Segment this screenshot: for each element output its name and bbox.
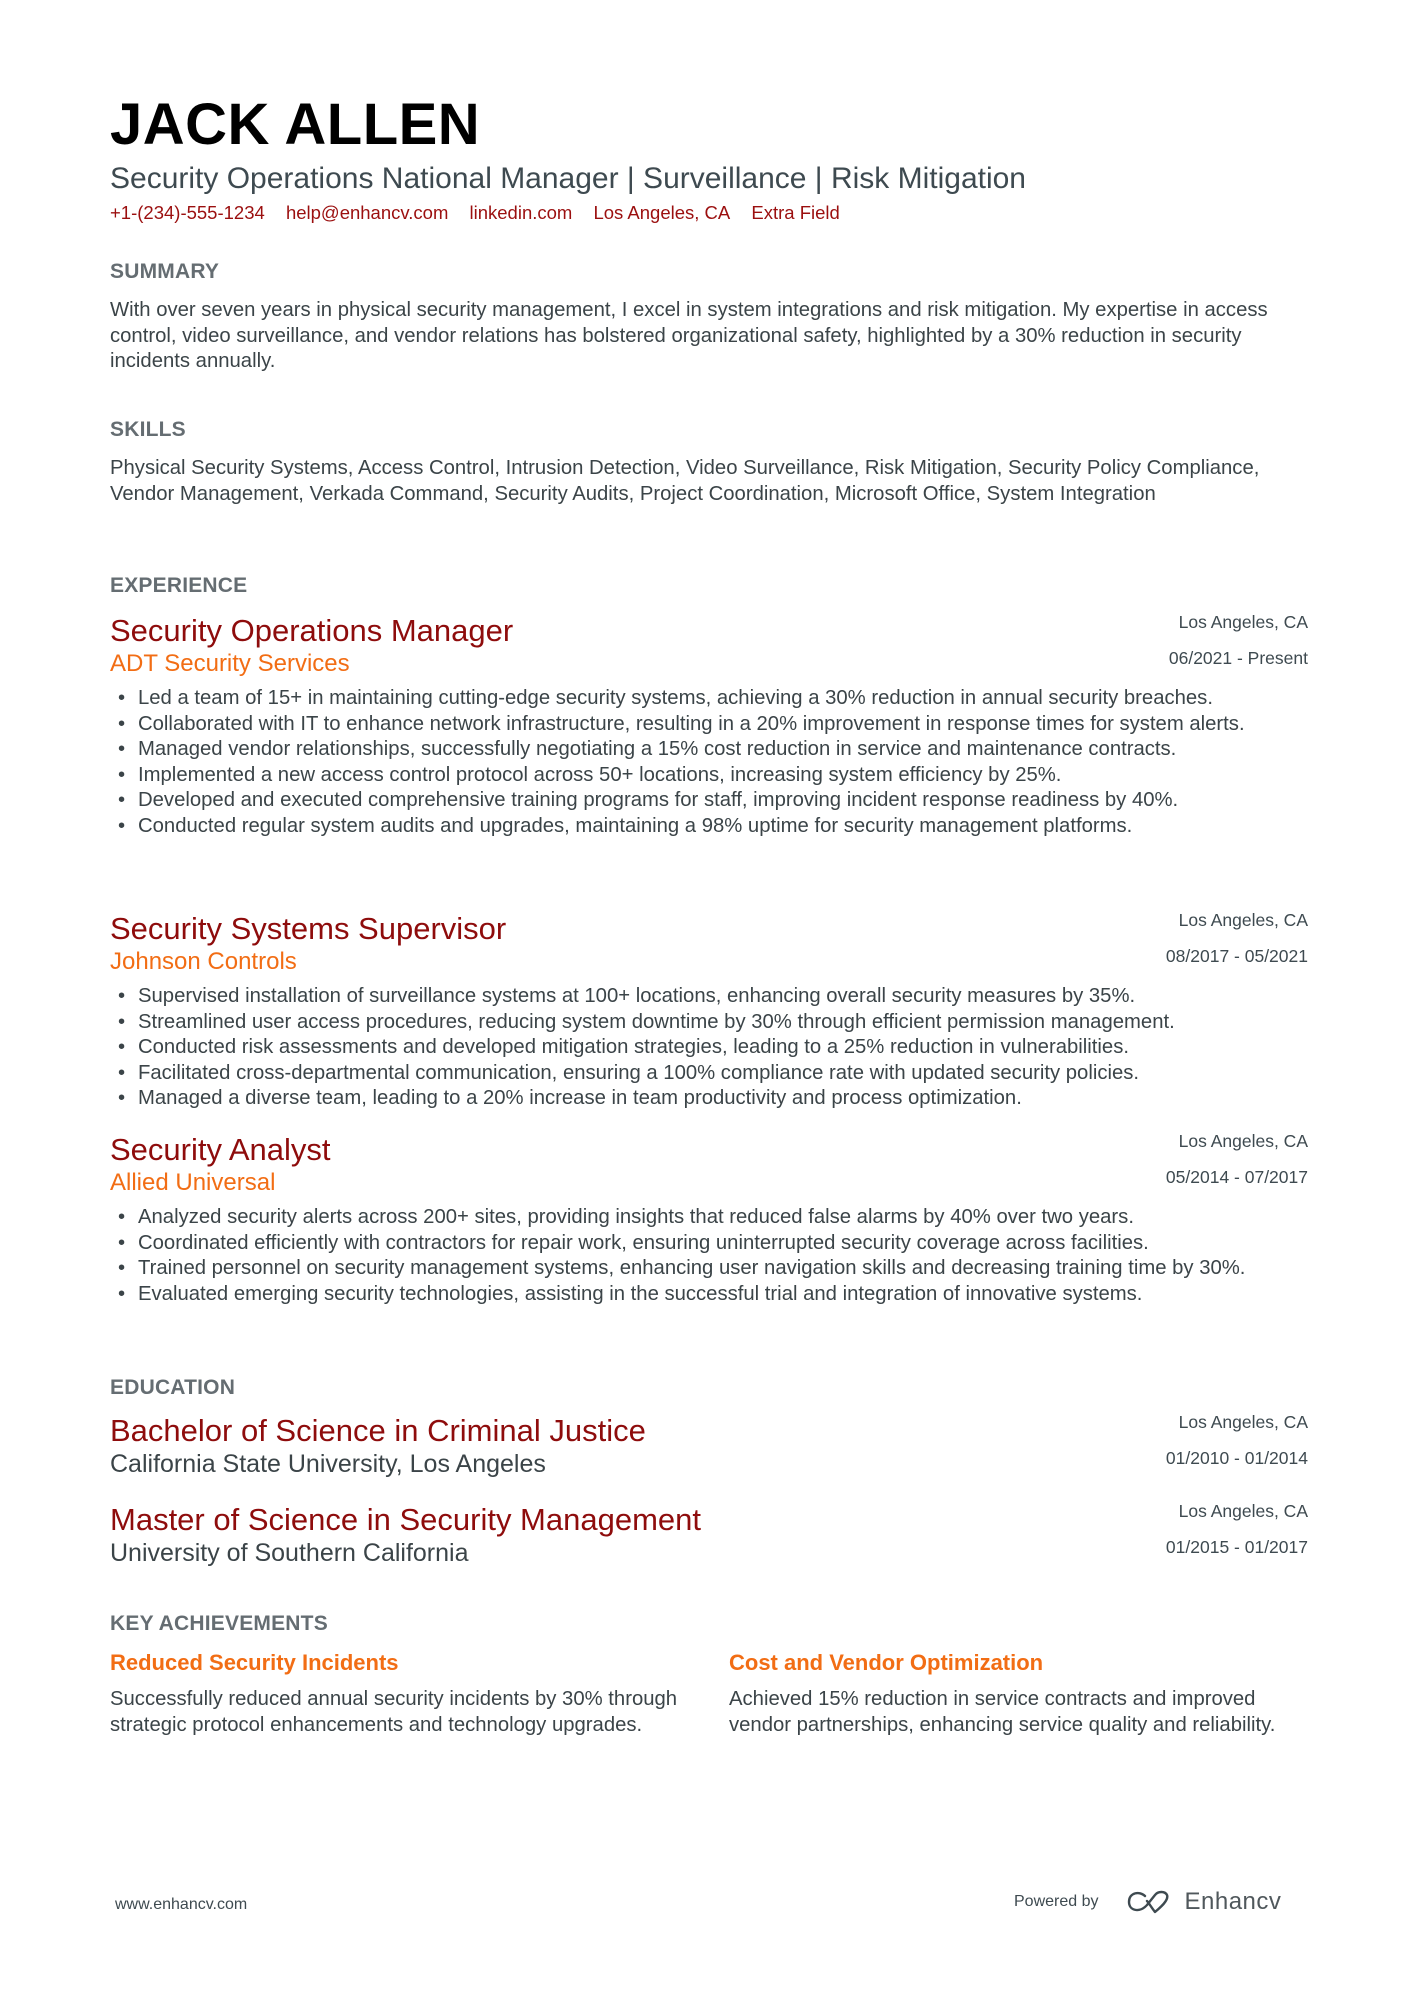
section-title-summary: SUMMARY — [110, 260, 220, 283]
bullet-item: Managed vendor relationships, successful… — [110, 737, 1308, 763]
bullet-item: Evaluated emerging security technologies… — [110, 1282, 1308, 1308]
job-location: Los Angeles, CA — [1178, 910, 1308, 930]
contact-location: Los Angeles, CA — [593, 202, 731, 223]
education-dates: 01/2010 - 01/2014 — [1165, 1448, 1308, 1468]
achievement-title: Cost and Vendor Optimization — [729, 1650, 1044, 1675]
education-location: Los Angeles, CA — [1178, 1412, 1308, 1432]
bullet-item: Implemented a new access control protoco… — [110, 763, 1308, 789]
job-dates: 08/2017 - 05/2021 — [1165, 946, 1308, 966]
job-bullets: Supervised installation of surveillance … — [110, 984, 1308, 1112]
job-title: Security Analyst — [110, 1132, 331, 1167]
enhancv-brand-name: Enhancv — [1184, 1888, 1282, 1915]
section-title-education: EDUCATION — [110, 1376, 236, 1399]
job-dates: 05/2014 - 07/2017 — [1165, 1167, 1308, 1187]
contact-bar: +1-(234)-555-1234 help@enhancv.com linke… — [110, 202, 856, 224]
company-name: ADT Security Services — [110, 650, 350, 677]
section-title-key-achievements: KEY ACHIEVEMENTS — [110, 1612, 328, 1635]
education-location: Los Angeles, CA — [1178, 1501, 1308, 1521]
job-location: Los Angeles, CA — [1178, 1131, 1308, 1151]
bullet-item: Developed and executed comprehensive tra… — [110, 788, 1308, 814]
bullet-item: Facilitated cross-departmental communica… — [110, 1061, 1308, 1087]
bullet-item: Conducted risk assessments and developed… — [110, 1035, 1308, 1061]
achievement-description: Successfully reduced annual security inc… — [110, 1688, 678, 1736]
footer-website-link[interactable]: www.enhancv.com — [115, 1896, 247, 1914]
bullet-item: Supervised installation of surveillance … — [110, 984, 1308, 1010]
contact-linkedin[interactable]: linkedin.com — [470, 202, 573, 223]
skills-text: Physical Security Systems, Access Contro… — [110, 457, 1260, 505]
education-dates: 01/2015 - 01/2017 — [1165, 1537, 1308, 1557]
degree-title: Bachelor of Science in Criminal Justice — [110, 1413, 646, 1448]
section-title-experience: EXPERIENCE — [110, 574, 248, 597]
bullet-item: Managed a diverse team, leading to a 20%… — [110, 1086, 1308, 1112]
bullet-item: Collaborated with IT to enhance network … — [110, 712, 1308, 738]
section-title-skills: SKILLS — [110, 418, 186, 441]
powered-by-label: Powered by — [1014, 1893, 1099, 1910]
contact-extra-field: Extra Field — [751, 202, 840, 223]
company-name: Allied Universal — [110, 1169, 276, 1196]
job-dates: 06/2021 - Present — [1168, 648, 1308, 668]
bullet-item: Analyzed security alerts across 200+ sit… — [110, 1205, 1308, 1231]
job-title: Security Systems Supervisor — [110, 911, 507, 946]
bullet-item: Coordinated efficiently with contractors… — [110, 1231, 1308, 1257]
bullet-item: Led a team of 15+ in maintaining cutting… — [110, 686, 1308, 712]
company-name: Johnson Controls — [110, 948, 297, 975]
achievement-description: Achieved 15% reduction in service contra… — [729, 1688, 1276, 1736]
job-bullets: Led a team of 15+ in maintaining cutting… — [110, 686, 1308, 840]
bullet-item: Streamlined user access procedures, redu… — [110, 1010, 1308, 1036]
contact-email[interactable]: help@enhancv.com — [286, 202, 448, 223]
job-bullets: Analyzed security alerts across 200+ sit… — [110, 1205, 1308, 1307]
achievement-item: Cost and Vendor Optimization Achieved 15… — [729, 1650, 1319, 1738]
bullet-item: Trained personnel on security management… — [110, 1256, 1308, 1282]
degree-title: Master of Science in Security Management — [110, 1502, 701, 1537]
job-location: Los Angeles, CA — [1178, 612, 1308, 632]
candidate-name: JACK ALLEN — [110, 92, 481, 157]
school-name: California State University, Los Angeles — [110, 1450, 546, 1478]
job-title: Security Operations Manager — [110, 613, 514, 648]
achievement-item: Reduced Security Incidents Successfully … — [110, 1650, 700, 1738]
school-name: University of Southern California — [110, 1539, 469, 1567]
bullet-item: Conducted regular system audits and upgr… — [110, 814, 1308, 840]
summary-text: With over seven years in physical securi… — [110, 299, 1268, 373]
achievement-title: Reduced Security Incidents — [110, 1650, 399, 1675]
contact-phone[interactable]: +1-(234)-555-1234 — [110, 202, 265, 223]
candidate-headline: Security Operations National Manager | S… — [110, 162, 1026, 195]
enhancv-logo-icon — [1127, 1890, 1168, 1914]
powered-by-badge[interactable]: Powered by Enhancv — [1014, 1888, 1281, 1916]
